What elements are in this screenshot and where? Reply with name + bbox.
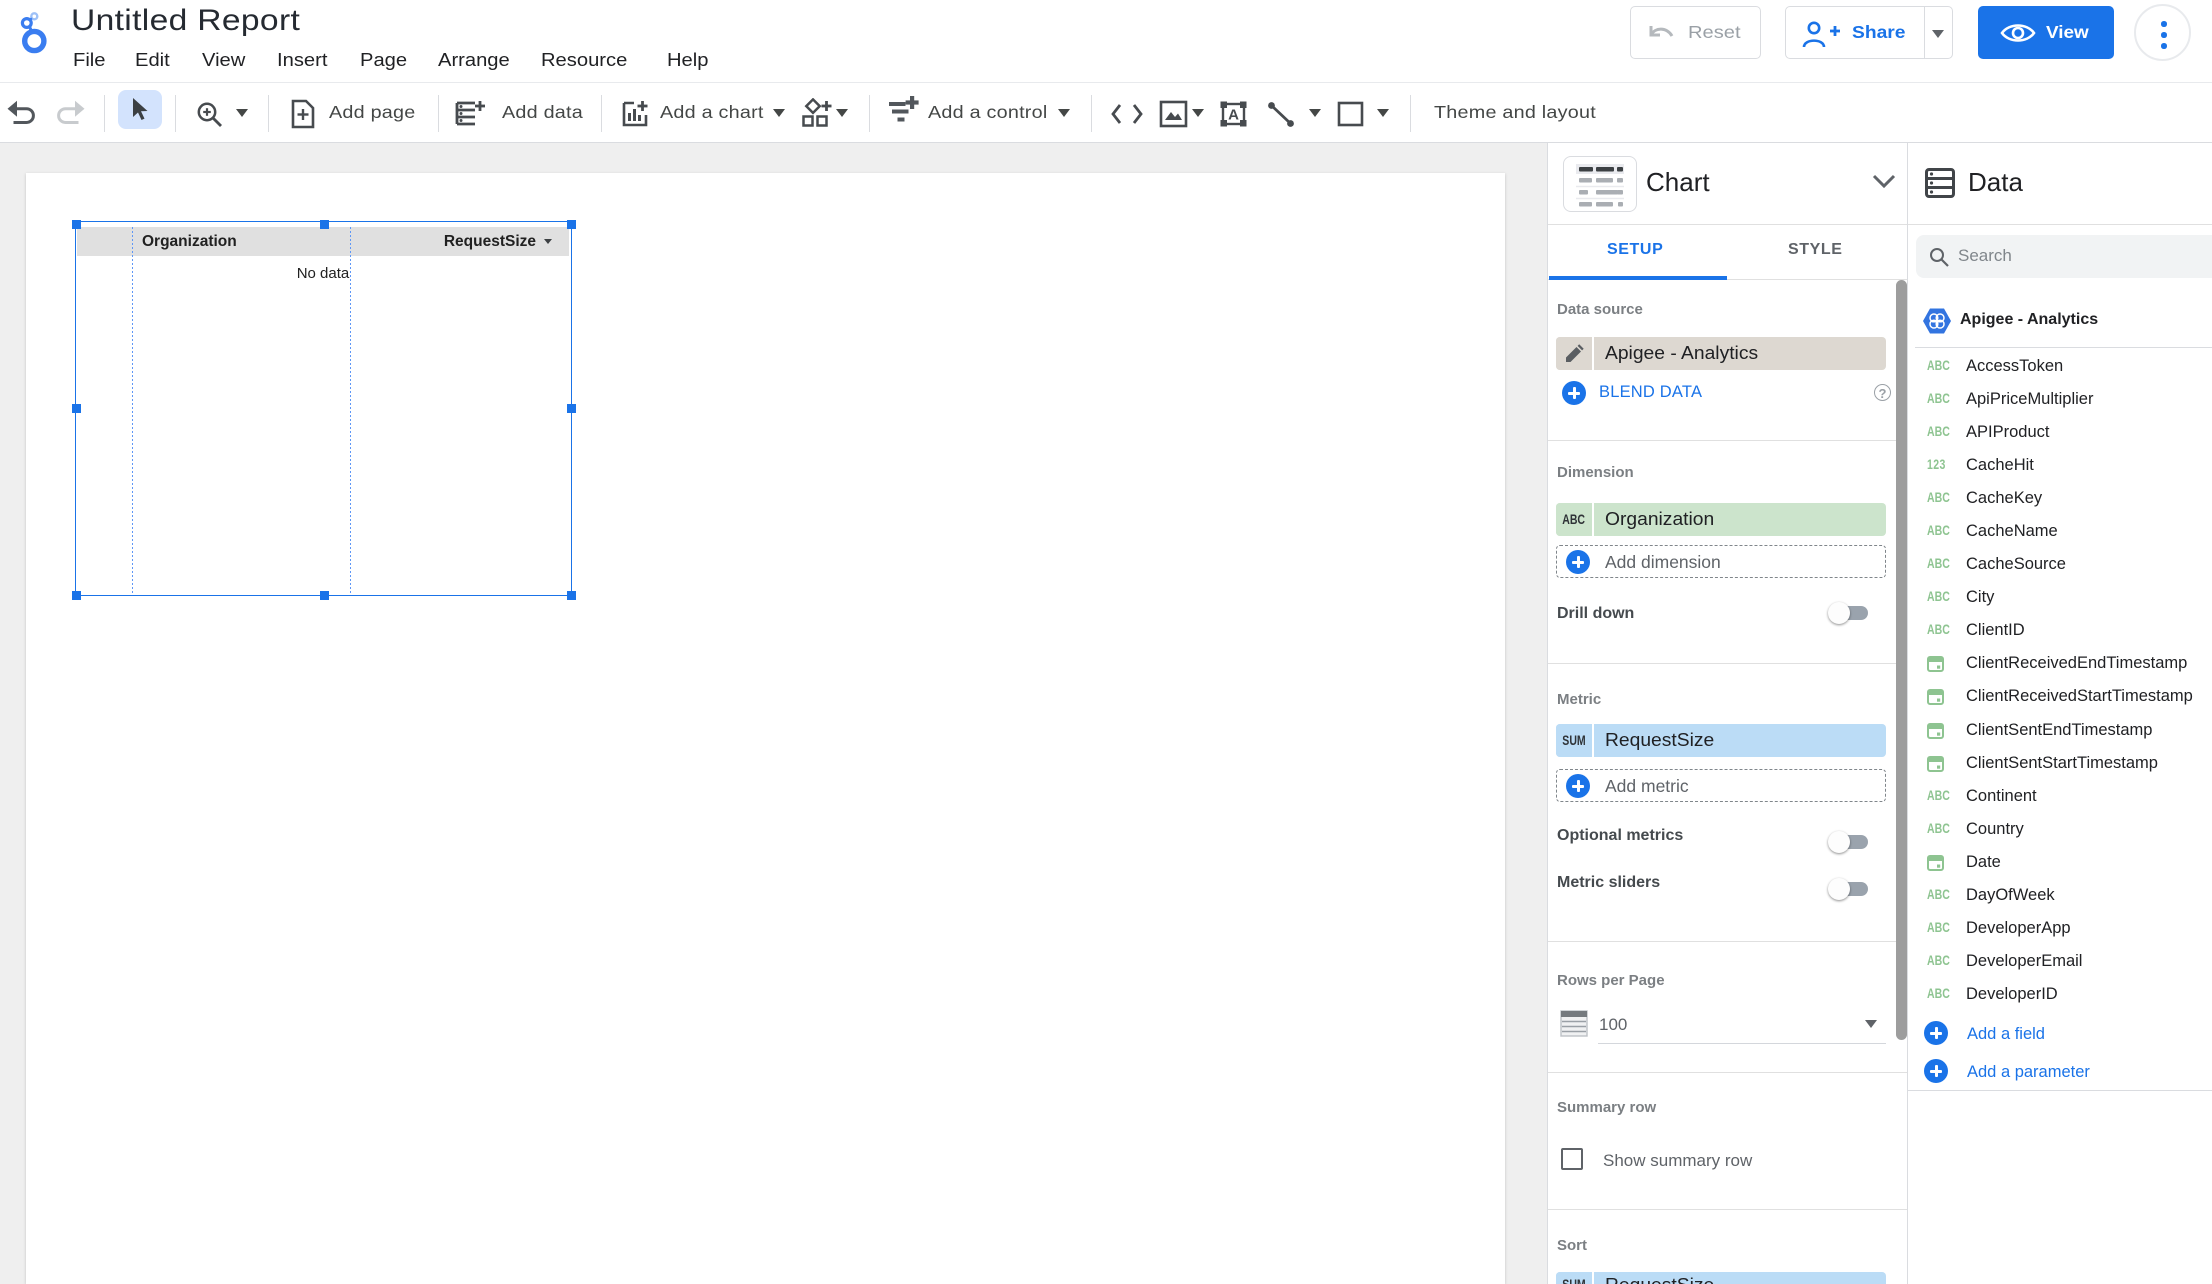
svg-text:A: A [1228, 107, 1239, 124]
